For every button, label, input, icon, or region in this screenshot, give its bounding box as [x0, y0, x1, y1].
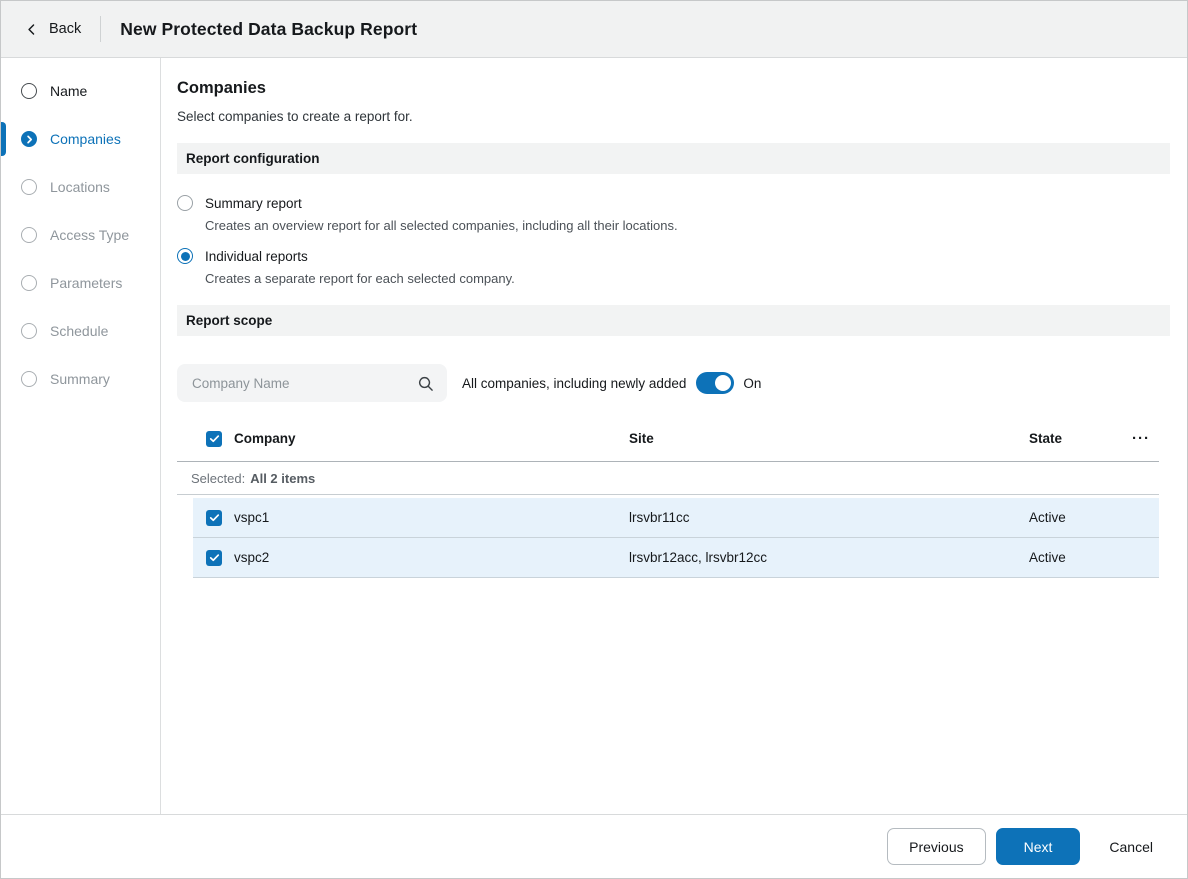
step-circle-icon — [21, 275, 37, 291]
sidebar-item-schedule[interactable]: Schedule — [1, 307, 160, 355]
selected-count: All 2 items — [250, 471, 315, 486]
wizard-footer: Previous Next Cancel — [1, 814, 1187, 878]
check-icon — [209, 512, 220, 523]
site-cell: lrsvbr12acc, lrsvbr12cc — [629, 550, 1023, 565]
radio-option-individual-reports: Individual reports Creates a separate re… — [177, 248, 1170, 286]
check-icon — [209, 433, 220, 444]
company-search-input[interactable] — [190, 375, 409, 392]
wizard-steps-sidebar: Name Companies Locations Access Type Par… — [1, 58, 161, 814]
all-companies-toggle-label: All companies, including newly added — [462, 376, 686, 391]
companies-table: Company Site State ··· Selected: All 2 i… — [177, 416, 1159, 578]
step-circle-icon — [21, 83, 37, 99]
sidebar-item-parameters[interactable]: Parameters — [1, 259, 160, 307]
radio-unselected-icon — [177, 195, 193, 211]
section-report-configuration: Report configuration — [177, 143, 1170, 174]
table-body: vspc1 lrsvbr11cc Active vspc2 lrsvbr12ac… — [193, 498, 1159, 578]
all-companies-toggle[interactable] — [696, 372, 734, 394]
sidebar-item-access-type[interactable]: Access Type — [1, 211, 160, 259]
selection-summary: Selected: All 2 items — [177, 462, 1159, 495]
chevron-left-icon — [25, 23, 38, 36]
state-cell: Active — [1023, 550, 1123, 565]
sidebar-item-companies[interactable]: Companies — [1, 115, 160, 163]
sidebar-item-name[interactable]: Name — [1, 67, 160, 115]
page-title: New Protected Data Backup Report — [120, 19, 417, 40]
toggle-knob — [715, 375, 731, 391]
row-checkbox[interactable] — [206, 510, 222, 526]
column-header-site[interactable]: Site — [629, 431, 1023, 446]
section-report-scope: Report scope — [177, 305, 1170, 336]
next-button[interactable]: Next — [996, 828, 1081, 865]
check-icon — [209, 552, 220, 563]
step-label: Schedule — [50, 323, 108, 339]
step-label: Companies — [50, 131, 121, 147]
topbar-divider — [100, 16, 101, 42]
radio-label: Summary report — [205, 196, 302, 211]
radio-selected-icon — [177, 248, 193, 264]
step-content: Companies Select companies to create a r… — [161, 58, 1187, 814]
radio-description: Creates a separate report for each selec… — [205, 271, 1170, 286]
column-header-company[interactable]: Company — [234, 431, 629, 446]
site-cell: lrsvbr11cc — [629, 510, 1023, 525]
select-all-checkbox[interactable] — [206, 431, 222, 447]
toggle-state-text: On — [743, 376, 761, 391]
step-title: Companies — [177, 79, 1170, 98]
sidebar-item-summary[interactable]: Summary — [1, 355, 160, 403]
selected-prefix: Selected: — [191, 471, 245, 486]
back-label: Back — [49, 21, 81, 37]
back-button[interactable]: Back — [25, 21, 81, 37]
scope-controls: All companies, including newly added On — [177, 364, 1170, 402]
sidebar-item-locations[interactable]: Locations — [1, 163, 160, 211]
company-cell: vspc2 — [234, 550, 629, 565]
step-label: Parameters — [50, 275, 122, 291]
table-header-row: Company Site State ··· — [177, 416, 1159, 462]
column-header-state[interactable]: State — [1023, 431, 1123, 446]
company-search-box — [177, 364, 447, 402]
step-circle-icon — [21, 371, 37, 387]
table-row[interactable]: vspc2 lrsvbr12acc, lrsvbr12cc Active — [193, 538, 1159, 578]
cancel-button[interactable]: Cancel — [1109, 828, 1153, 865]
step-label: Name — [50, 83, 87, 99]
state-cell: Active — [1023, 510, 1123, 525]
company-cell: vspc1 — [234, 510, 629, 525]
report-configuration-options: Summary report Creates an overview repor… — [177, 195, 1170, 286]
radio-label: Individual reports — [205, 249, 308, 264]
row-checkbox[interactable] — [206, 550, 222, 566]
more-options-icon: ··· — [1132, 434, 1150, 444]
step-label: Summary — [50, 371, 110, 387]
radio-option-summary-report: Summary report Creates an overview repor… — [177, 195, 1170, 233]
table-row[interactable]: vspc1 lrsvbr11cc Active — [193, 498, 1159, 538]
step-label: Access Type — [50, 227, 129, 243]
individual-reports-radio[interactable]: Individual reports — [177, 248, 1170, 264]
column-options-button[interactable]: ··· — [1123, 434, 1159, 444]
previous-button[interactable]: Previous — [887, 828, 985, 865]
summary-report-radio[interactable]: Summary report — [177, 195, 1170, 211]
topbar: Back New Protected Data Backup Report — [1, 1, 1187, 58]
step-circle-icon — [21, 323, 37, 339]
step-label: Locations — [50, 179, 110, 195]
search-icon — [417, 375, 434, 392]
step-circle-icon — [21, 179, 37, 195]
step-circle-icon — [21, 227, 37, 243]
chevron-right-icon — [21, 131, 37, 147]
step-subtitle: Select companies to create a report for. — [177, 109, 1170, 124]
radio-description: Creates an overview report for all selec… — [205, 218, 1170, 233]
wizard-window: Back New Protected Data Backup Report Na… — [0, 0, 1188, 879]
